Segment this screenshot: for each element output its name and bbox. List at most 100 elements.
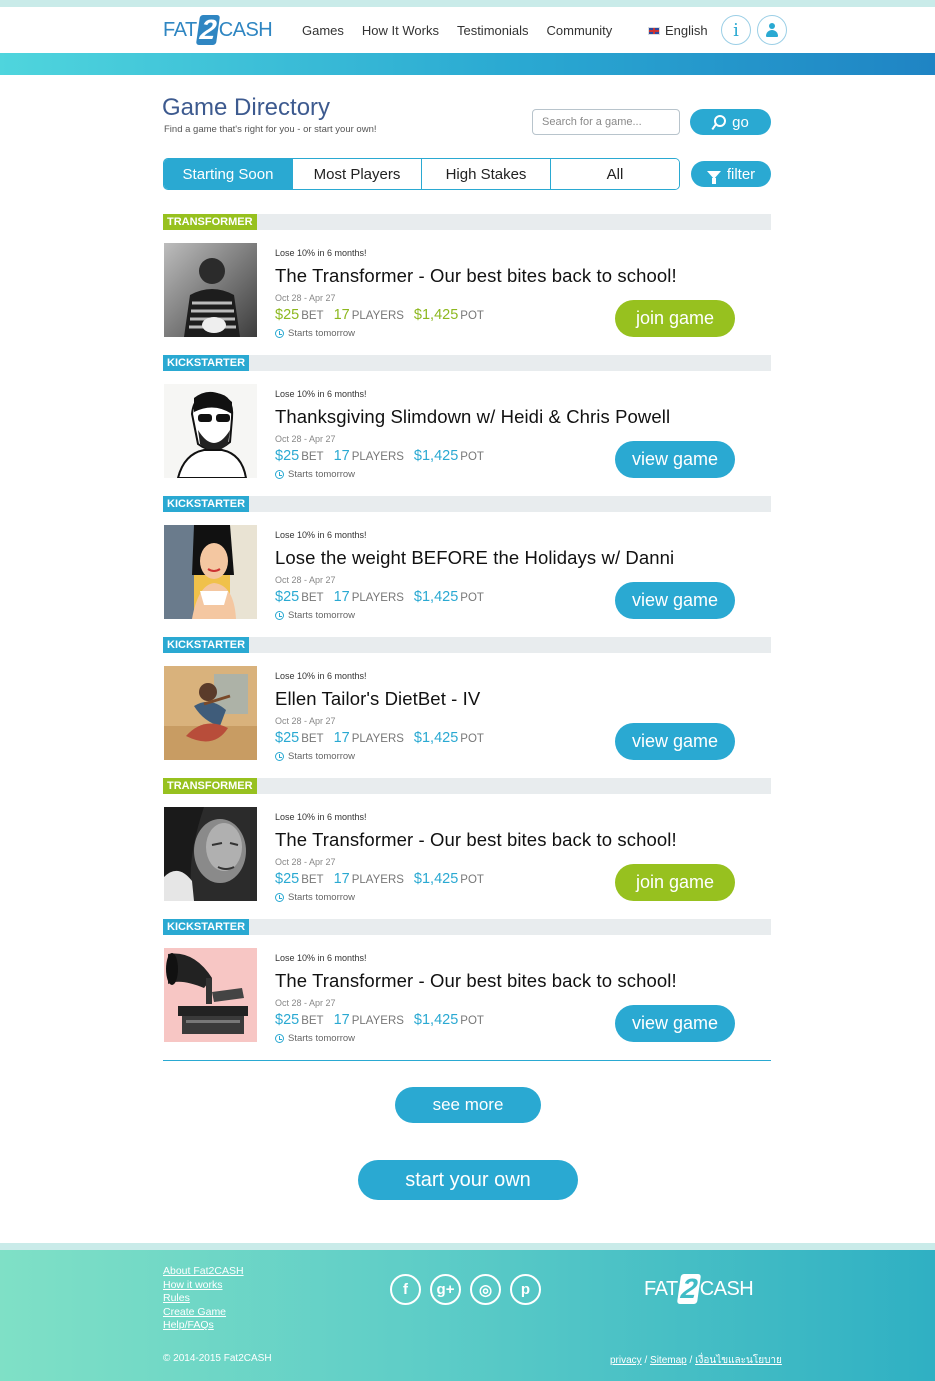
privacy-link[interactable]: privacy: [610, 1355, 642, 1366]
game-card: TRANSFORMER Lose 10% in 6 months! The Tr…: [163, 778, 771, 919]
start-status-text: Starts tomorrow: [288, 328, 356, 339]
social-links: f g+ ◎ p: [390, 1274, 541, 1305]
pot-label: POT: [460, 310, 484, 322]
game-title[interactable]: The Transformer - Our best bites back to…: [275, 265, 677, 287]
pot-amount: $1,425: [413, 1012, 459, 1028]
start-status: Starts tomorrow: [275, 1033, 355, 1044]
game-goal: Lose 10% in 6 months!: [275, 671, 367, 681]
game-thumbnail[interactable]: [164, 948, 257, 1042]
join-game-button[interactable]: join game: [615, 864, 735, 901]
nav-link-community[interactable]: Community: [547, 23, 613, 38]
footer-link-how-it-works[interactable]: How it works: [163, 1279, 244, 1292]
game-title[interactable]: Ellen Tailor's DietBet - IV: [275, 688, 480, 710]
game-card: TRANSFORMER Lose 10% in 6 months! The Tr…: [163, 214, 771, 355]
footer-logo[interactable]: FAT 2 CASH: [644, 1273, 754, 1304]
game-goal: Lose 10% in 6 months!: [275, 953, 367, 963]
clock-icon: [275, 611, 284, 620]
category-strip: [163, 637, 771, 653]
start-status-text: Starts tomorrow: [288, 892, 356, 903]
start-status: Starts tomorrow: [275, 892, 355, 903]
nav-link-testimonials[interactable]: Testimonials: [457, 23, 529, 38]
players-label: PLAYERS: [351, 592, 404, 604]
players-label: PLAYERS: [351, 874, 404, 886]
filter-button[interactable]: filter: [691, 161, 771, 187]
game-goal: Lose 10% in 6 months!: [275, 812, 367, 822]
game-thumbnail[interactable]: [164, 243, 257, 337]
game-title[interactable]: Lose the weight BEFORE the Holidays w/ D…: [275, 547, 674, 569]
footer-logo-part3: CASH: [699, 1277, 754, 1300]
facebook-icon[interactable]: f: [390, 1274, 421, 1305]
footer-link-rules[interactable]: Rules: [163, 1292, 244, 1305]
player-count: 17: [333, 307, 350, 323]
game-dates: Oct 28 - Apr 27: [275, 716, 336, 726]
footer-link-help-faqs[interactable]: Help/FAQs: [163, 1319, 244, 1332]
brand-logo[interactable]: FAT 2 CASH: [163, 14, 273, 45]
search-go-button[interactable]: go: [690, 109, 771, 135]
tab-most-players[interactable]: Most Players: [292, 159, 421, 189]
game-dates: Oct 28 - Apr 27: [275, 293, 336, 303]
header-gradient-band: [0, 53, 935, 75]
pot-amount: $1,425: [413, 589, 459, 605]
game-stats: $25 BET 17 PLAYERS $1,425 POT: [275, 871, 494, 887]
pot-label: POT: [460, 874, 484, 886]
player-count: 17: [333, 871, 350, 887]
terms-policy-link[interactable]: เงื่อนไขและนโยบาย: [695, 1355, 782, 1366]
list-divider: [163, 1060, 771, 1061]
sitemap-link[interactable]: Sitemap: [650, 1355, 687, 1366]
game-thumbnail[interactable]: [164, 384, 257, 478]
footer-link-create-game[interactable]: Create Game: [163, 1306, 244, 1319]
bet-label: BET: [301, 733, 324, 745]
google-plus-icon[interactable]: g+: [430, 1274, 461, 1305]
footer-link-about[interactable]: About Fat2CASH: [163, 1265, 244, 1278]
view-game-button[interactable]: view game: [615, 582, 735, 619]
clock-icon: [275, 752, 284, 761]
game-thumbnail[interactable]: [164, 525, 257, 619]
start-status: Starts tomorrow: [275, 328, 355, 339]
bet-amount: $25: [275, 589, 300, 605]
game-thumbnail[interactable]: [164, 807, 257, 901]
info-button[interactable]: i: [721, 15, 751, 45]
account-button[interactable]: [757, 15, 787, 45]
site-footer: About Fat2CASH How it works Rules Create…: [0, 1250, 935, 1381]
pot-label: POT: [460, 733, 484, 745]
pinterest-icon[interactable]: p: [510, 1274, 541, 1305]
pot-label: POT: [460, 451, 484, 463]
view-game-button[interactable]: view game: [615, 723, 735, 760]
see-more-button[interactable]: see more: [395, 1087, 541, 1123]
tab-all[interactable]: All: [550, 159, 679, 189]
game-list: TRANSFORMER Lose 10% in 6 months! The Tr…: [163, 214, 771, 1060]
search-icon: [712, 115, 727, 129]
view-game-button[interactable]: view game: [615, 1005, 735, 1042]
player-count: 17: [333, 1012, 350, 1028]
nav-link-how-it-works[interactable]: How It Works: [362, 23, 439, 38]
join-game-button[interactable]: join game: [615, 300, 735, 337]
game-stats: $25 BET 17 PLAYERS $1,425 POT: [275, 730, 494, 746]
game-goal: Lose 10% in 6 months!: [275, 389, 367, 399]
tab-starting-soon[interactable]: Starting Soon: [164, 159, 292, 189]
game-title[interactable]: The Transformer - Our best bites back to…: [275, 829, 677, 851]
bet-amount: $25: [275, 307, 300, 323]
game-title[interactable]: Thanksgiving Slimdown w/ Heidi & Chris P…: [275, 406, 670, 428]
start-your-own-button[interactable]: start your own: [358, 1160, 578, 1200]
game-thumbnail[interactable]: [164, 666, 257, 760]
pot-amount: $1,425: [413, 307, 459, 323]
nav-link-games[interactable]: Games: [302, 23, 344, 38]
main-nav-links: Games How It Works Testimonials Communit…: [302, 23, 612, 38]
pot-amount: $1,425: [413, 448, 459, 464]
language-selector[interactable]: English: [648, 23, 708, 38]
category-tag: KICKSTARTER: [163, 637, 250, 653]
start-status-text: Starts tomorrow: [288, 469, 356, 480]
top-accent-line: [0, 0, 935, 7]
instagram-icon[interactable]: ◎: [470, 1274, 501, 1305]
player-count: 17: [333, 448, 350, 464]
category-tag: TRANSFORMER: [163, 778, 257, 794]
game-dates: Oct 28 - Apr 27: [275, 434, 336, 444]
tab-high-stakes[interactable]: High Stakes: [421, 159, 550, 189]
start-status: Starts tomorrow: [275, 469, 355, 480]
game-title[interactable]: The Transformer - Our best bites back to…: [275, 970, 677, 992]
legal-links: privacy / Sitemap / เงื่อนไขและนโยบาย: [610, 1353, 782, 1368]
start-status-text: Starts tomorrow: [288, 610, 356, 621]
game-search-input[interactable]: [532, 109, 680, 135]
filter-icon: [706, 171, 721, 184]
view-game-button[interactable]: view game: [615, 441, 735, 478]
